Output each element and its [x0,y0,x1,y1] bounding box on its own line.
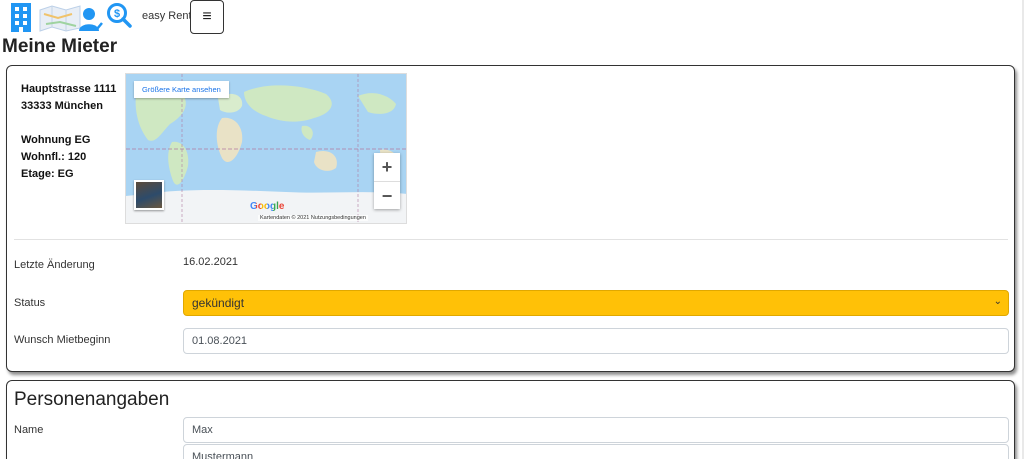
zoom-out-button[interactable]: − [374,182,400,210]
google-logo: Google [250,201,285,212]
larger-map-link[interactable]: Größere Karte ansehen [134,81,229,98]
address-street: Hauptstrasse 1111 [21,83,117,95]
dollar-search-icon[interactable]: $ [106,2,132,28]
unit-name: Wohnung EG [21,134,91,146]
zoom-in-button[interactable]: + [374,153,400,181]
status-select[interactable]: gekündigt ⌄ [183,290,1009,316]
satellite-toggle[interactable] [134,180,164,210]
property-card: Hauptstrasse 1111 33333 München Wohnung … [6,65,1015,372]
person-card: Personenangaben Name Max Mustermann [6,380,1015,459]
top-navbar: $ easy Rent ≡ [0,0,1024,36]
floor: Etage: EG [21,168,74,180]
status-label: Status [14,297,46,309]
status-select-value: gekündigt [192,296,245,310]
brand-name[interactable]: easy Rent [142,10,192,22]
last-name-value: Mustermann [192,451,254,459]
embedded-map[interactable]: Größere Karte ansehen + − Google Kartend… [125,73,407,224]
user-check-icon[interactable] [79,6,103,32]
page-title: Meine Mieter [2,36,118,57]
last-change-label: Letzte Änderung [14,259,95,271]
hamburger-icon: ≡ [202,8,212,25]
start-date-field[interactable]: 01.08.2021 [183,328,1009,354]
living-area: Wohnfl.: 120 [21,151,87,163]
start-date-label: Wunsch Mietbeginn [14,334,111,346]
section-title-personal-data: Personenangaben [14,389,170,410]
start-date-value: 01.08.2021 [192,335,248,347]
map-attribution[interactable]: Kartendaten © 2021 Nutzungsbedingungen [258,215,368,221]
building-icon[interactable] [8,2,34,33]
menu-toggle-button[interactable]: ≡ [190,0,224,34]
chevron-down-icon: ⌄ [993,296,1002,307]
first-name-value: Max [192,424,213,436]
last-change-value: 16.02.2021 [183,256,239,268]
first-name-field[interactable]: Max [183,417,1009,443]
property-address: Hauptstrasse 1111 33333 München Wohnung … [21,81,116,183]
name-label: Name [14,424,44,436]
map-thumbnail-icon[interactable] [38,4,82,32]
last-name-field[interactable]: Mustermann [183,444,1009,459]
svg-text:$: $ [114,8,120,20]
address-city: 33333 München [21,100,103,112]
section-divider [14,239,1008,240]
zoom-controls: + − [374,153,400,209]
